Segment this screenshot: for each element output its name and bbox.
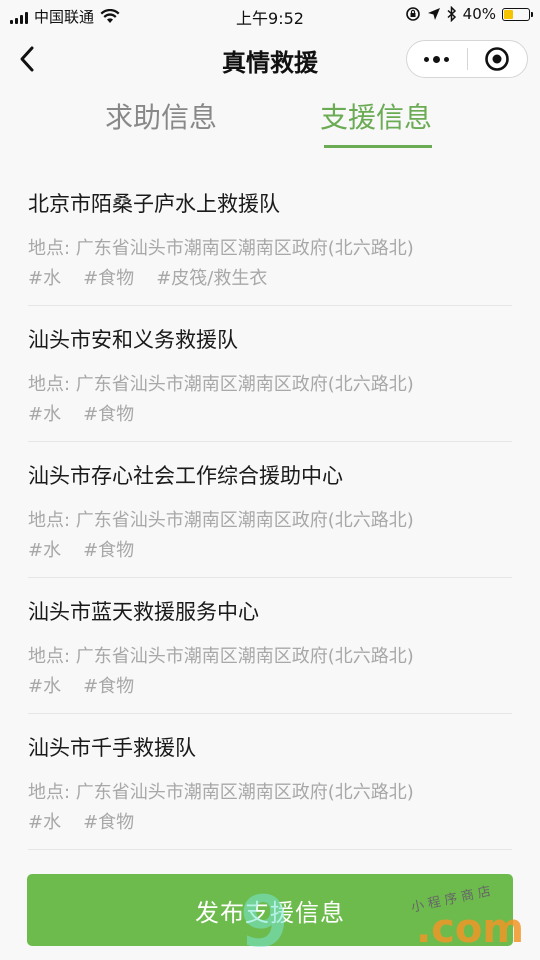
orientation-lock-icon — [405, 7, 420, 21]
team-name: 汕头市存心社会工作综合援助中心 — [28, 464, 343, 488]
tag: #食物 — [83, 268, 135, 289]
tab-bar: 求助信息 支援信息 — [0, 90, 540, 150]
status-bar: 中国联通 上午9:52 40% — [0, 0, 540, 30]
tag: #水 — [28, 812, 62, 833]
tag: #水 — [28, 268, 62, 289]
status-right: 40% — [405, 5, 533, 23]
team-address: 地点: 广东省汕头市潮南区潮南区政府(北六路北) — [28, 238, 414, 259]
tag: #皮筏/救生衣 — [156, 268, 268, 289]
navigation-bar: 真情救援 — [0, 30, 540, 88]
tag-list: #水 #食物 #皮筏/救生衣 — [28, 264, 267, 290]
app-screen: 中国联通 上午9:52 40% 真情救援 求助信息 支援信息 北京市陌桑子庐水上… — [0, 0, 540, 960]
tag: #水 — [28, 404, 62, 425]
battery-percent: 40% — [462, 5, 496, 23]
publish-support-button[interactable]: 发布支援信息 — [27, 874, 513, 946]
bluetooth-icon — [447, 6, 456, 22]
tab-help-info[interactable]: 求助信息 — [105, 96, 217, 136]
active-tab-indicator — [324, 145, 432, 148]
team-address: 地点: 广东省汕头市潮南区潮南区政府(北六路北) — [28, 374, 414, 395]
tag: #食物 — [83, 404, 135, 425]
team-name: 汕头市安和义务救援队 — [28, 328, 238, 352]
tag-list: #水 #食物 — [28, 400, 134, 426]
more-button[interactable] — [407, 41, 467, 77]
list-item[interactable]: 汕头市安和义务救援队 地点: 广东省汕头市潮南区潮南区政府(北六路北) #水 #… — [28, 306, 512, 442]
team-address: 地点: 广东省汕头市潮南区潮南区政府(北六路北) — [28, 646, 414, 667]
team-name: 北京市陌桑子庐水上救援队 — [28, 192, 280, 216]
team-name: 汕头市蓝天救援服务中心 — [28, 600, 259, 624]
battery-icon — [502, 7, 533, 21]
team-address: 地点: 广东省汕头市潮南区潮南区政府(北六路北) — [28, 782, 414, 803]
more-dots-icon — [424, 55, 450, 63]
team-address: 地点: 广东省汕头市潮南区潮南区政府(北六路北) — [28, 510, 414, 531]
list-item[interactable]: 北京市陌桑子庐水上救援队 地点: 广东省汕头市潮南区潮南区政府(北六路北) #水… — [28, 170, 512, 306]
tag: #水 — [28, 676, 62, 697]
tag-list: #水 #食物 — [28, 536, 134, 562]
location-icon — [427, 8, 440, 20]
tag: #食物 — [83, 676, 135, 697]
list-item[interactable]: 汕头市存心社会工作综合援助中心 地点: 广东省汕头市潮南区潮南区政府(北六路北)… — [28, 442, 512, 578]
tag-list: #水 #食物 — [28, 672, 134, 698]
list-item[interactable]: 汕头市千手救援队 地点: 广东省汕头市潮南区潮南区政府(北六路北) #水 #食物 — [28, 714, 512, 850]
list-item[interactable]: 汕头市蓝天救援服务中心 地点: 广东省汕头市潮南区潮南区政府(北六路北) #水 … — [28, 578, 512, 714]
support-list: 北京市陌桑子庐水上救援队 地点: 广东省汕头市潮南区潮南区政府(北六路北) #水… — [0, 170, 540, 850]
tab-support-info[interactable]: 支援信息 — [320, 96, 432, 136]
mini-program-capsule — [406, 40, 528, 78]
tag: #水 — [28, 540, 62, 561]
tag: #食物 — [83, 812, 135, 833]
tag: #食物 — [83, 540, 135, 561]
team-name: 汕头市千手救援队 — [28, 736, 196, 760]
battery-level — [504, 9, 514, 19]
tag-list: #水 #食物 — [28, 808, 134, 834]
close-mini-program-button[interactable] — [468, 41, 528, 77]
target-circle-icon — [485, 47, 510, 71]
